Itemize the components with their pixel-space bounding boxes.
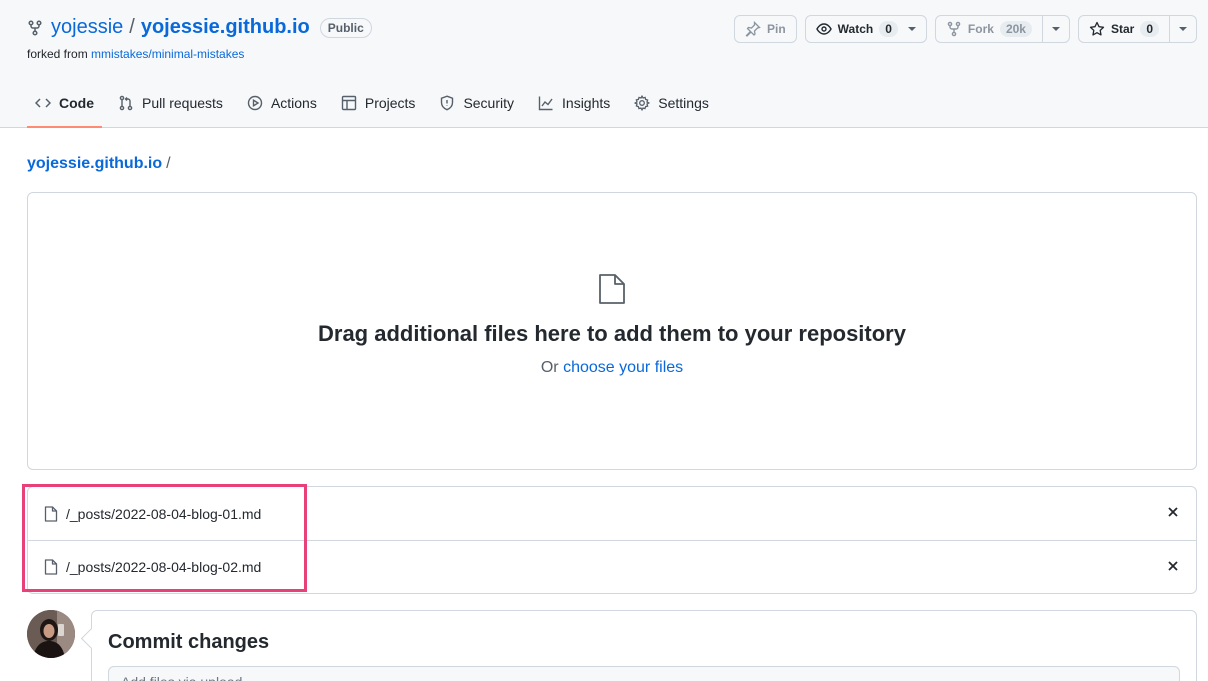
pin-label: Pin [767, 22, 786, 36]
tab-label: Code [59, 95, 94, 111]
commit-title: Commit changes [108, 631, 270, 653]
dropzone-title: Drag additional files here to add them t… [318, 321, 906, 346]
breadcrumb: yojessie.github.io / [27, 155, 171, 173]
chevron-down-icon [907, 27, 916, 31]
eye-icon [815, 21, 832, 37]
close-icon[interactable] [1167, 506, 1179, 518]
fork-count: 20k [999, 21, 1032, 37]
tab-label: Pull requests [142, 95, 223, 111]
code-icon [35, 95, 51, 111]
fork-button[interactable]: Fork 20k [936, 16, 1042, 42]
avatar[interactable] [27, 610, 75, 658]
fork-icon [946, 21, 962, 37]
chevron-down-icon [1179, 27, 1187, 31]
table-icon [341, 95, 357, 111]
forked-from: forked from mmistakes/minimal-mistakes [27, 47, 244, 61]
commit-message-input[interactable] [108, 666, 1180, 681]
fork-button-group: Fork 20k [934, 15, 1070, 43]
tab-security[interactable]: Security [431, 80, 522, 128]
tab-code[interactable]: Code [27, 80, 102, 128]
forked-from-label: forked from [27, 47, 92, 61]
file-name: /_posts/2022-08-04-blog-01.md [66, 505, 262, 522]
repo-separator: / [129, 16, 135, 38]
tab-pull-requests[interactable]: Pull requests [110, 80, 231, 128]
star-button-group: Star 0 [1077, 15, 1197, 43]
pin-button[interactable]: Pin [734, 15, 797, 43]
list-item: /_posts/2022-08-04-blog-01.md [28, 487, 1196, 540]
chevron-down-icon [1051, 27, 1060, 31]
fork-label: Fork [967, 22, 994, 36]
repo-forked-icon [27, 19, 43, 36]
star-button[interactable]: Star 0 [1079, 16, 1169, 42]
repo-actions: Pin Watch 0 Fork 20k Star 0 [734, 15, 1197, 43]
star-dropdown-button[interactable] [1169, 16, 1196, 42]
file-name: /_posts/2022-08-04-blog-02.md [66, 559, 262, 575]
forked-from-link[interactable]: mmistakes/minimal-mistakes [91, 47, 244, 61]
close-icon[interactable] [1167, 560, 1179, 572]
dropzone-sub-prefix: Or [540, 359, 564, 376]
pin-icon [745, 21, 761, 37]
tab-insights[interactable]: Insights [530, 80, 618, 128]
play-icon [247, 95, 263, 111]
breadcrumb-separator: / [166, 155, 171, 172]
commit-panel: Commit changes [91, 610, 1197, 681]
visibility-badge: Public [319, 17, 372, 38]
tab-settings[interactable]: Settings [626, 80, 717, 128]
list-item: /_posts/2022-08-04-blog-02.md [28, 540, 1196, 593]
repo-name-link[interactable]: yojessie.github.io [141, 16, 310, 39]
repo-nav-tabs: Code Pull requests Actions Projects Secu… [27, 80, 725, 128]
file-icon [44, 559, 58, 575]
tab-label: Settings [658, 95, 709, 111]
file-icon [44, 505, 58, 522]
repo-header: yojessie / yojessie.github.io Public for… [0, 0, 1208, 128]
dropzone-subtitle: Or choose your files [28, 359, 1196, 377]
tab-actions[interactable]: Actions [239, 80, 325, 128]
fork-dropdown-button[interactable] [1041, 16, 1069, 42]
watch-button-group: Watch 0 [804, 15, 927, 43]
graph-icon [538, 95, 554, 111]
star-label: Star [1110, 22, 1135, 36]
uploaded-file-list: /_posts/2022-08-04-blog-01.md /_posts/20… [27, 486, 1197, 594]
tab-label: Insights [562, 95, 611, 111]
file-icon [598, 273, 626, 305]
repo-title: yojessie / yojessie.github.io Public [27, 16, 372, 39]
watch-count: 0 [879, 21, 898, 37]
gear-icon [634, 95, 651, 111]
tab-projects[interactable]: Projects [333, 80, 424, 128]
repo-owner-link[interactable]: yojessie [51, 16, 123, 39]
choose-files-link[interactable]: choose your files [563, 359, 683, 376]
watch-button[interactable]: Watch 0 [806, 16, 926, 42]
tab-label: Actions [270, 95, 317, 111]
star-count: 0 [1140, 21, 1159, 37]
pull-request-icon [118, 95, 134, 111]
file-dropzone[interactable]: Drag additional files here to add them t… [27, 192, 1197, 470]
shield-icon [439, 95, 455, 111]
breadcrumb-repo-link[interactable]: yojessie.github.io [27, 155, 162, 172]
watch-label: Watch [837, 22, 874, 36]
tab-label: Projects [364, 95, 416, 111]
star-icon [1089, 21, 1105, 37]
tab-label: Security [463, 95, 515, 111]
